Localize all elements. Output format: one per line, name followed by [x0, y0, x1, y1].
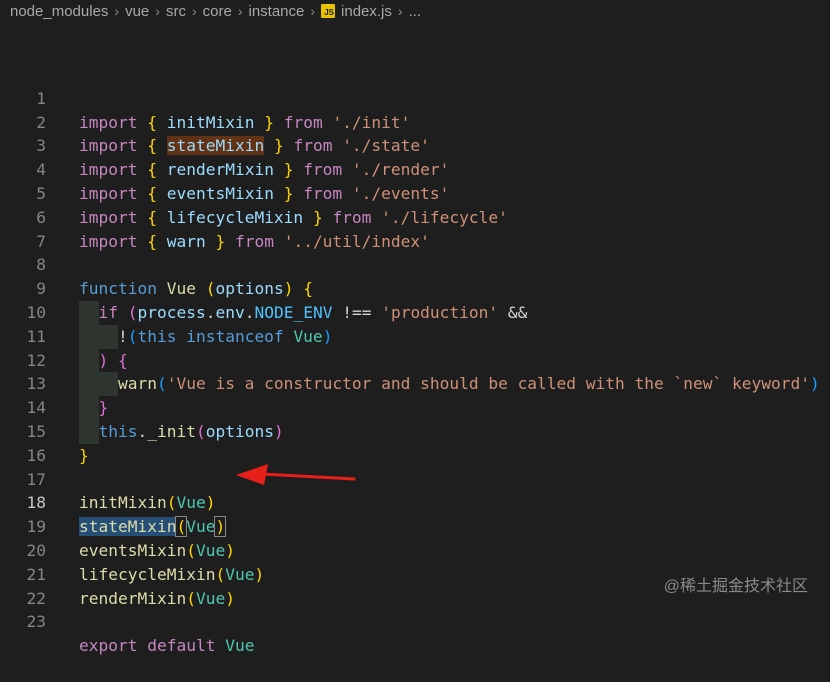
- line-number: 23: [26, 612, 47, 632]
- watermark: @稀土掘金技术社区: [663, 578, 808, 595]
- code-editor[interactable]: 1 import { initMixin } from './init' 2 i…: [0, 63, 830, 655]
- code-line-active[interactable]: 18 stateMixin(Vue): [0, 468, 830, 538]
- chevron-right-icon: ›: [114, 3, 120, 19]
- chevron-right-icon: ›: [310, 3, 316, 19]
- keyword: default: [147, 636, 216, 656]
- code-line[interactable]: 14 this._init(options): [0, 372, 830, 444]
- breadcrumb-src[interactable]: src: [166, 3, 186, 20]
- code-line[interactable]: 4 import { eventsMixin } from './events': [0, 134, 830, 203]
- chevron-right-icon: ›: [397, 3, 403, 19]
- code-line[interactable]: 8 function Vue (options) {: [0, 230, 830, 298]
- code-line[interactable]: 16: [0, 420, 830, 465]
- breadcrumb-core[interactable]: core: [203, 3, 232, 20]
- code-line[interactable]: 6 import { warn } from '../util/index': [0, 182, 830, 251]
- breadcrumb-vue[interactable]: vue: [125, 3, 149, 20]
- code-line[interactable]: 7: [0, 206, 830, 251]
- breadcrumb-symbols[interactable]: ...: [409, 3, 422, 20]
- code-line[interactable]: 10 !(this instanceof Vue): [0, 277, 830, 349]
- keyword: export: [79, 636, 138, 656]
- code-line[interactable]: 19 eventsMixin(Vue): [0, 491, 830, 560]
- code-line[interactable]: 17 initMixin(Vue): [0, 444, 830, 513]
- chevron-right-icon: ›: [155, 3, 160, 19]
- breadcrumb-instance[interactable]: instance: [248, 3, 304, 20]
- code-line[interactable]: 5 import { lifecycleMixin } from './life…: [0, 158, 830, 227]
- code-line[interactable]: 20 lifecycleMixin(Vue): [0, 515, 830, 584]
- chevron-right-icon: ›: [191, 3, 197, 19]
- class-name: Vue: [225, 636, 255, 656]
- code-line[interactable]: 13 }: [0, 349, 830, 420]
- code-line[interactable]: 12 warn('Vue is a constructor and should…: [0, 325, 830, 397]
- code-line[interactable]: 21 renderMixin(Vue): [0, 539, 830, 608]
- breadcrumb: node_modules › vue › src › core › instan…: [0, 0, 830, 22]
- code-line[interactable]: 1 import { initMixin } from './init': [0, 63, 830, 132]
- breadcrumb-file[interactable]: index.js: [341, 3, 392, 20]
- code-line[interactable]: 9 if (process.env.NODE_ENV !== 'producti…: [0, 253, 830, 325]
- js-file-icon: JS: [321, 4, 336, 18]
- code-line[interactable]: 2 import { stateMixin } from './state': [0, 87, 830, 156]
- chevron-right-icon: ›: [237, 3, 243, 19]
- code-line[interactable]: 11 ) {: [0, 301, 830, 373]
- breadcrumb-node-modules[interactable]: node_modules: [10, 3, 108, 20]
- code-line[interactable]: 3 import { renderMixin } from './render': [0, 111, 830, 179]
- code-line[interactable]: 15 }: [0, 396, 830, 465]
